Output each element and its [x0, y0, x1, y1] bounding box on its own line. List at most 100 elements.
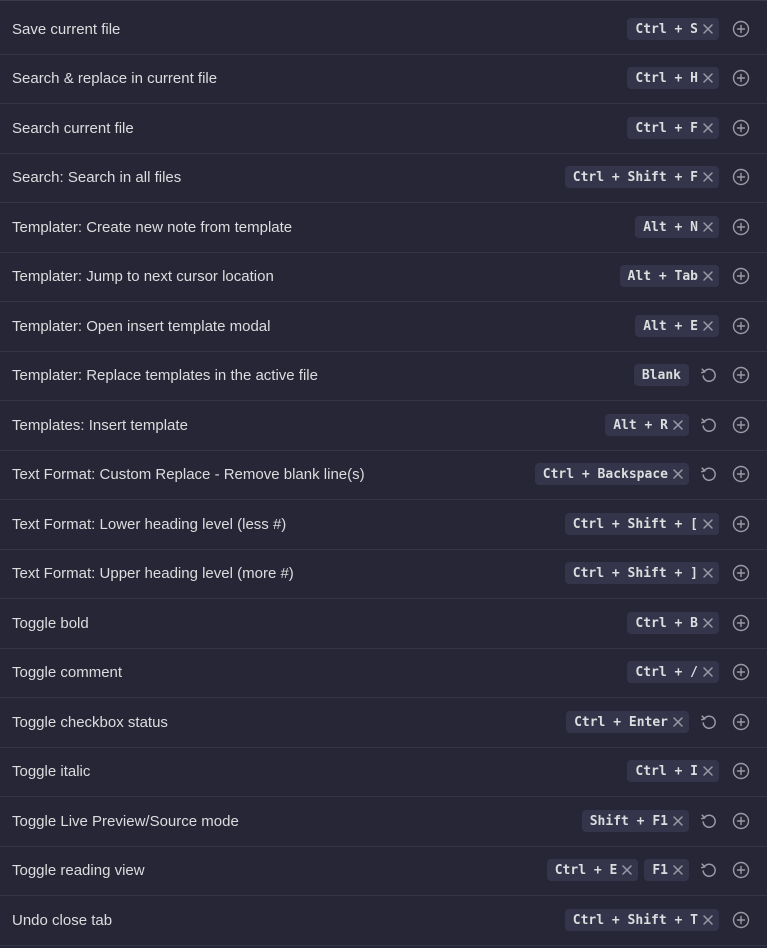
- close-icon[interactable]: [701, 913, 715, 927]
- plus-circle-icon[interactable]: [732, 218, 750, 236]
- hotkey-text: Ctrl + Shift + [: [572, 516, 698, 532]
- command-name: Undo close tab: [12, 911, 113, 929]
- close-icon[interactable]: [620, 863, 634, 877]
- command-name: Toggle Live Preview/Source mode: [12, 812, 239, 830]
- hotkey-chip: F1: [644, 859, 689, 882]
- plus-circle-icon[interactable]: [732, 168, 750, 186]
- hotkey-controls: Shift + F1: [576, 797, 750, 846]
- command-row: Toggle italic Ctrl + I: [0, 747, 767, 797]
- command-name: Templater: Replace templates in the acti…: [12, 366, 318, 384]
- command-name: Search current file: [12, 119, 134, 137]
- command-row: Templater: Replace templates in the acti…: [0, 351, 767, 401]
- close-icon[interactable]: [701, 220, 715, 234]
- hotkey-chip: Ctrl + F: [627, 117, 719, 140]
- close-icon[interactable]: [701, 616, 715, 630]
- command-row: Templater: Open insert template modal Alt…: [0, 302, 767, 352]
- plus-circle-icon[interactable]: [732, 465, 750, 483]
- hotkey-chip: Ctrl + Shift + F: [564, 166, 719, 189]
- command-row: Save current file Ctrl + S: [0, 5, 767, 55]
- close-icon[interactable]: [701, 121, 715, 135]
- hotkey-command-list: Save current file Ctrl + S Search & replac…: [0, 0, 767, 948]
- command-name: Save current file: [12, 20, 121, 38]
- plus-circle-icon[interactable]: [732, 762, 750, 780]
- hotkey-text: Alt + N: [643, 219, 698, 235]
- plus-circle-icon[interactable]: [732, 812, 750, 830]
- command-name: Toggle checkbox status: [12, 713, 168, 731]
- close-icon[interactable]: [701, 269, 715, 283]
- reset-icon[interactable]: [699, 811, 719, 831]
- hotkey-controls: Ctrl + Enter: [560, 698, 750, 747]
- hotkey-chip: Alt + N: [635, 216, 719, 239]
- hotkey-controls: Ctrl + S: [621, 5, 750, 54]
- close-icon[interactable]: [701, 319, 715, 333]
- hotkey-text: Ctrl + Shift + F: [572, 169, 698, 185]
- plus-circle-icon[interactable]: [732, 119, 750, 137]
- plus-circle-icon[interactable]: [732, 861, 750, 879]
- close-icon[interactable]: [671, 418, 685, 432]
- hotkey-chip: Ctrl + I: [627, 760, 719, 783]
- close-icon[interactable]: [671, 467, 685, 481]
- command-name: Toggle italic: [12, 762, 91, 780]
- hotkey-text: Ctrl + S: [635, 21, 698, 37]
- close-icon[interactable]: [701, 170, 715, 184]
- hotkey-controls: Ctrl + I: [621, 747, 750, 796]
- plus-circle-icon[interactable]: [732, 564, 750, 582]
- hotkey-text: Ctrl + F: [635, 120, 698, 136]
- close-icon[interactable]: [701, 517, 715, 531]
- close-icon[interactable]: [701, 22, 715, 36]
- hotkey-controls: Alt + E: [629, 302, 750, 351]
- command-row: Search current file Ctrl + F: [0, 104, 767, 154]
- reset-icon[interactable]: [699, 464, 719, 484]
- command-row: Templater: Jump to next cursor location A…: [0, 252, 767, 302]
- hotkey-controls: Alt + Tab: [614, 252, 750, 301]
- command-row: Undo close tab Ctrl + Shift + T: [0, 896, 767, 946]
- hotkey-controls: Alt + N: [629, 203, 750, 252]
- plus-circle-icon[interactable]: [732, 663, 750, 681]
- close-icon[interactable]: [701, 665, 715, 679]
- close-icon[interactable]: [671, 715, 685, 729]
- plus-circle-icon[interactable]: [732, 416, 750, 434]
- command-name: Templater: Open insert template modal: [12, 317, 271, 335]
- command-row: Templates: Insert template Alt + R: [0, 401, 767, 451]
- command-name: Search & replace in current file: [12, 69, 218, 87]
- reset-icon[interactable]: [699, 365, 719, 385]
- close-icon[interactable]: [701, 71, 715, 85]
- command-name: Toggle bold: [12, 614, 89, 632]
- command-row: Toggle checkbox status Ctrl + Enter: [0, 698, 767, 748]
- plus-circle-icon[interactable]: [732, 267, 750, 285]
- reset-icon[interactable]: [699, 860, 719, 880]
- close-icon[interactable]: [701, 566, 715, 580]
- plus-circle-icon[interactable]: [732, 614, 750, 632]
- hotkey-chip: Alt + E: [635, 315, 719, 338]
- reset-icon[interactable]: [699, 712, 719, 732]
- plus-circle-icon[interactable]: [732, 713, 750, 731]
- hotkey-controls: Ctrl + Shift + [: [559, 500, 750, 549]
- hotkey-text: Ctrl + Shift + T: [572, 912, 698, 928]
- hotkey-text: Blank: [641, 367, 681, 383]
- plus-circle-icon[interactable]: [732, 20, 750, 38]
- hotkey-text: Alt + R: [613, 417, 668, 433]
- hotkey-controls: Ctrl + E F1: [541, 846, 750, 895]
- hotkey-controls: Ctrl + /: [621, 648, 750, 697]
- hotkey-controls: Ctrl + Shift + F: [559, 153, 750, 202]
- command-name: Text Format: Custom Replace - Remove bla…: [12, 465, 365, 483]
- close-icon[interactable]: [671, 814, 685, 828]
- command-name: Text Format: Lower heading level (less #…: [12, 515, 287, 533]
- hotkey-text: Ctrl + I: [635, 763, 698, 779]
- plus-circle-icon[interactable]: [732, 911, 750, 929]
- hotkey-chip: Alt + R: [605, 414, 689, 437]
- command-row: Toggle Live Preview/Source mode Shift + F…: [0, 797, 767, 847]
- hotkey-blank: Blank: [633, 364, 689, 387]
- plus-circle-icon[interactable]: [732, 69, 750, 87]
- hotkey-chip: Ctrl + B: [627, 612, 719, 635]
- reset-icon[interactable]: [699, 415, 719, 435]
- plus-circle-icon[interactable]: [732, 317, 750, 335]
- hotkey-chip: Ctrl + Shift + ]: [564, 562, 719, 585]
- hotkey-text: F1: [652, 862, 668, 878]
- close-icon[interactable]: [701, 764, 715, 778]
- plus-circle-icon[interactable]: [732, 366, 750, 384]
- hotkey-controls: Blank: [628, 351, 750, 400]
- plus-circle-icon[interactable]: [732, 515, 750, 533]
- hotkey-controls: Ctrl + B: [621, 599, 750, 648]
- close-icon[interactable]: [671, 863, 685, 877]
